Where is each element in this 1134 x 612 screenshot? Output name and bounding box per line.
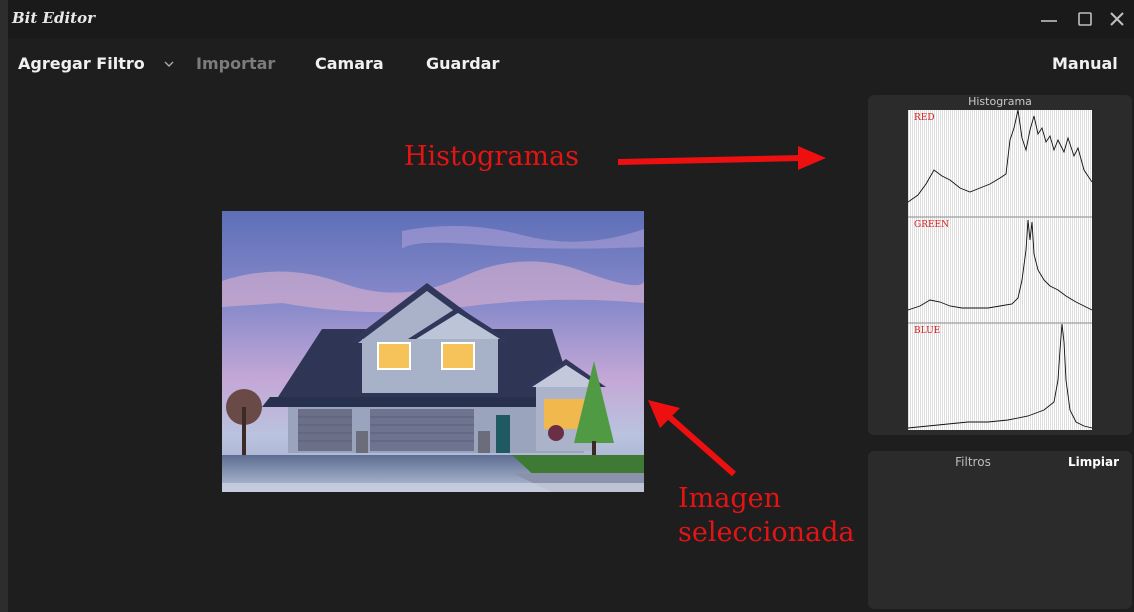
import-button[interactable]: Importar [196, 54, 275, 73]
chevron-down-icon[interactable] [162, 56, 176, 70]
save-button[interactable]: Guardar [426, 54, 499, 73]
manual-button[interactable]: Manual [1052, 54, 1118, 73]
app-title: Bit Editor [12, 9, 95, 27]
histograms-arrow-icon [617, 146, 826, 170]
histogram-plot: RED GREEN BLUE [908, 110, 1092, 430]
selected-image-annotation-line1: Imagen [678, 483, 782, 514]
title-bar: Bit Editor [8, 0, 1134, 38]
histograms-annotation: Histogramas [404, 141, 579, 172]
filters-title: Filtros [955, 455, 991, 469]
histogram-panel: Histograma RED GREEN BLUE [868, 95, 1132, 435]
selected-image [222, 211, 644, 492]
window-left-border [0, 0, 8, 612]
hist-label-green: GREEN [914, 220, 949, 230]
camera-button[interactable]: Camara [315, 54, 384, 73]
minimize-icon[interactable] [1038, 8, 1060, 30]
maximize-icon[interactable] [1074, 8, 1096, 30]
add-filter-menu[interactable]: Agregar Filtro [18, 54, 145, 73]
close-icon[interactable] [1106, 8, 1128, 30]
histogram-title: Histograma [968, 95, 1032, 108]
menu-bar: Agregar Filtro Importar Camara Guardar M… [8, 38, 1134, 90]
selected-image-annotation-line2: seleccionada [678, 517, 855, 548]
hist-label-blue: BLUE [914, 326, 940, 336]
hist-label-red: RED [914, 113, 935, 123]
selected-image-arrow-icon [648, 400, 736, 477]
filters-panel: Filtros Limpiar [868, 451, 1132, 609]
clear-button[interactable]: Limpiar [1068, 455, 1119, 469]
